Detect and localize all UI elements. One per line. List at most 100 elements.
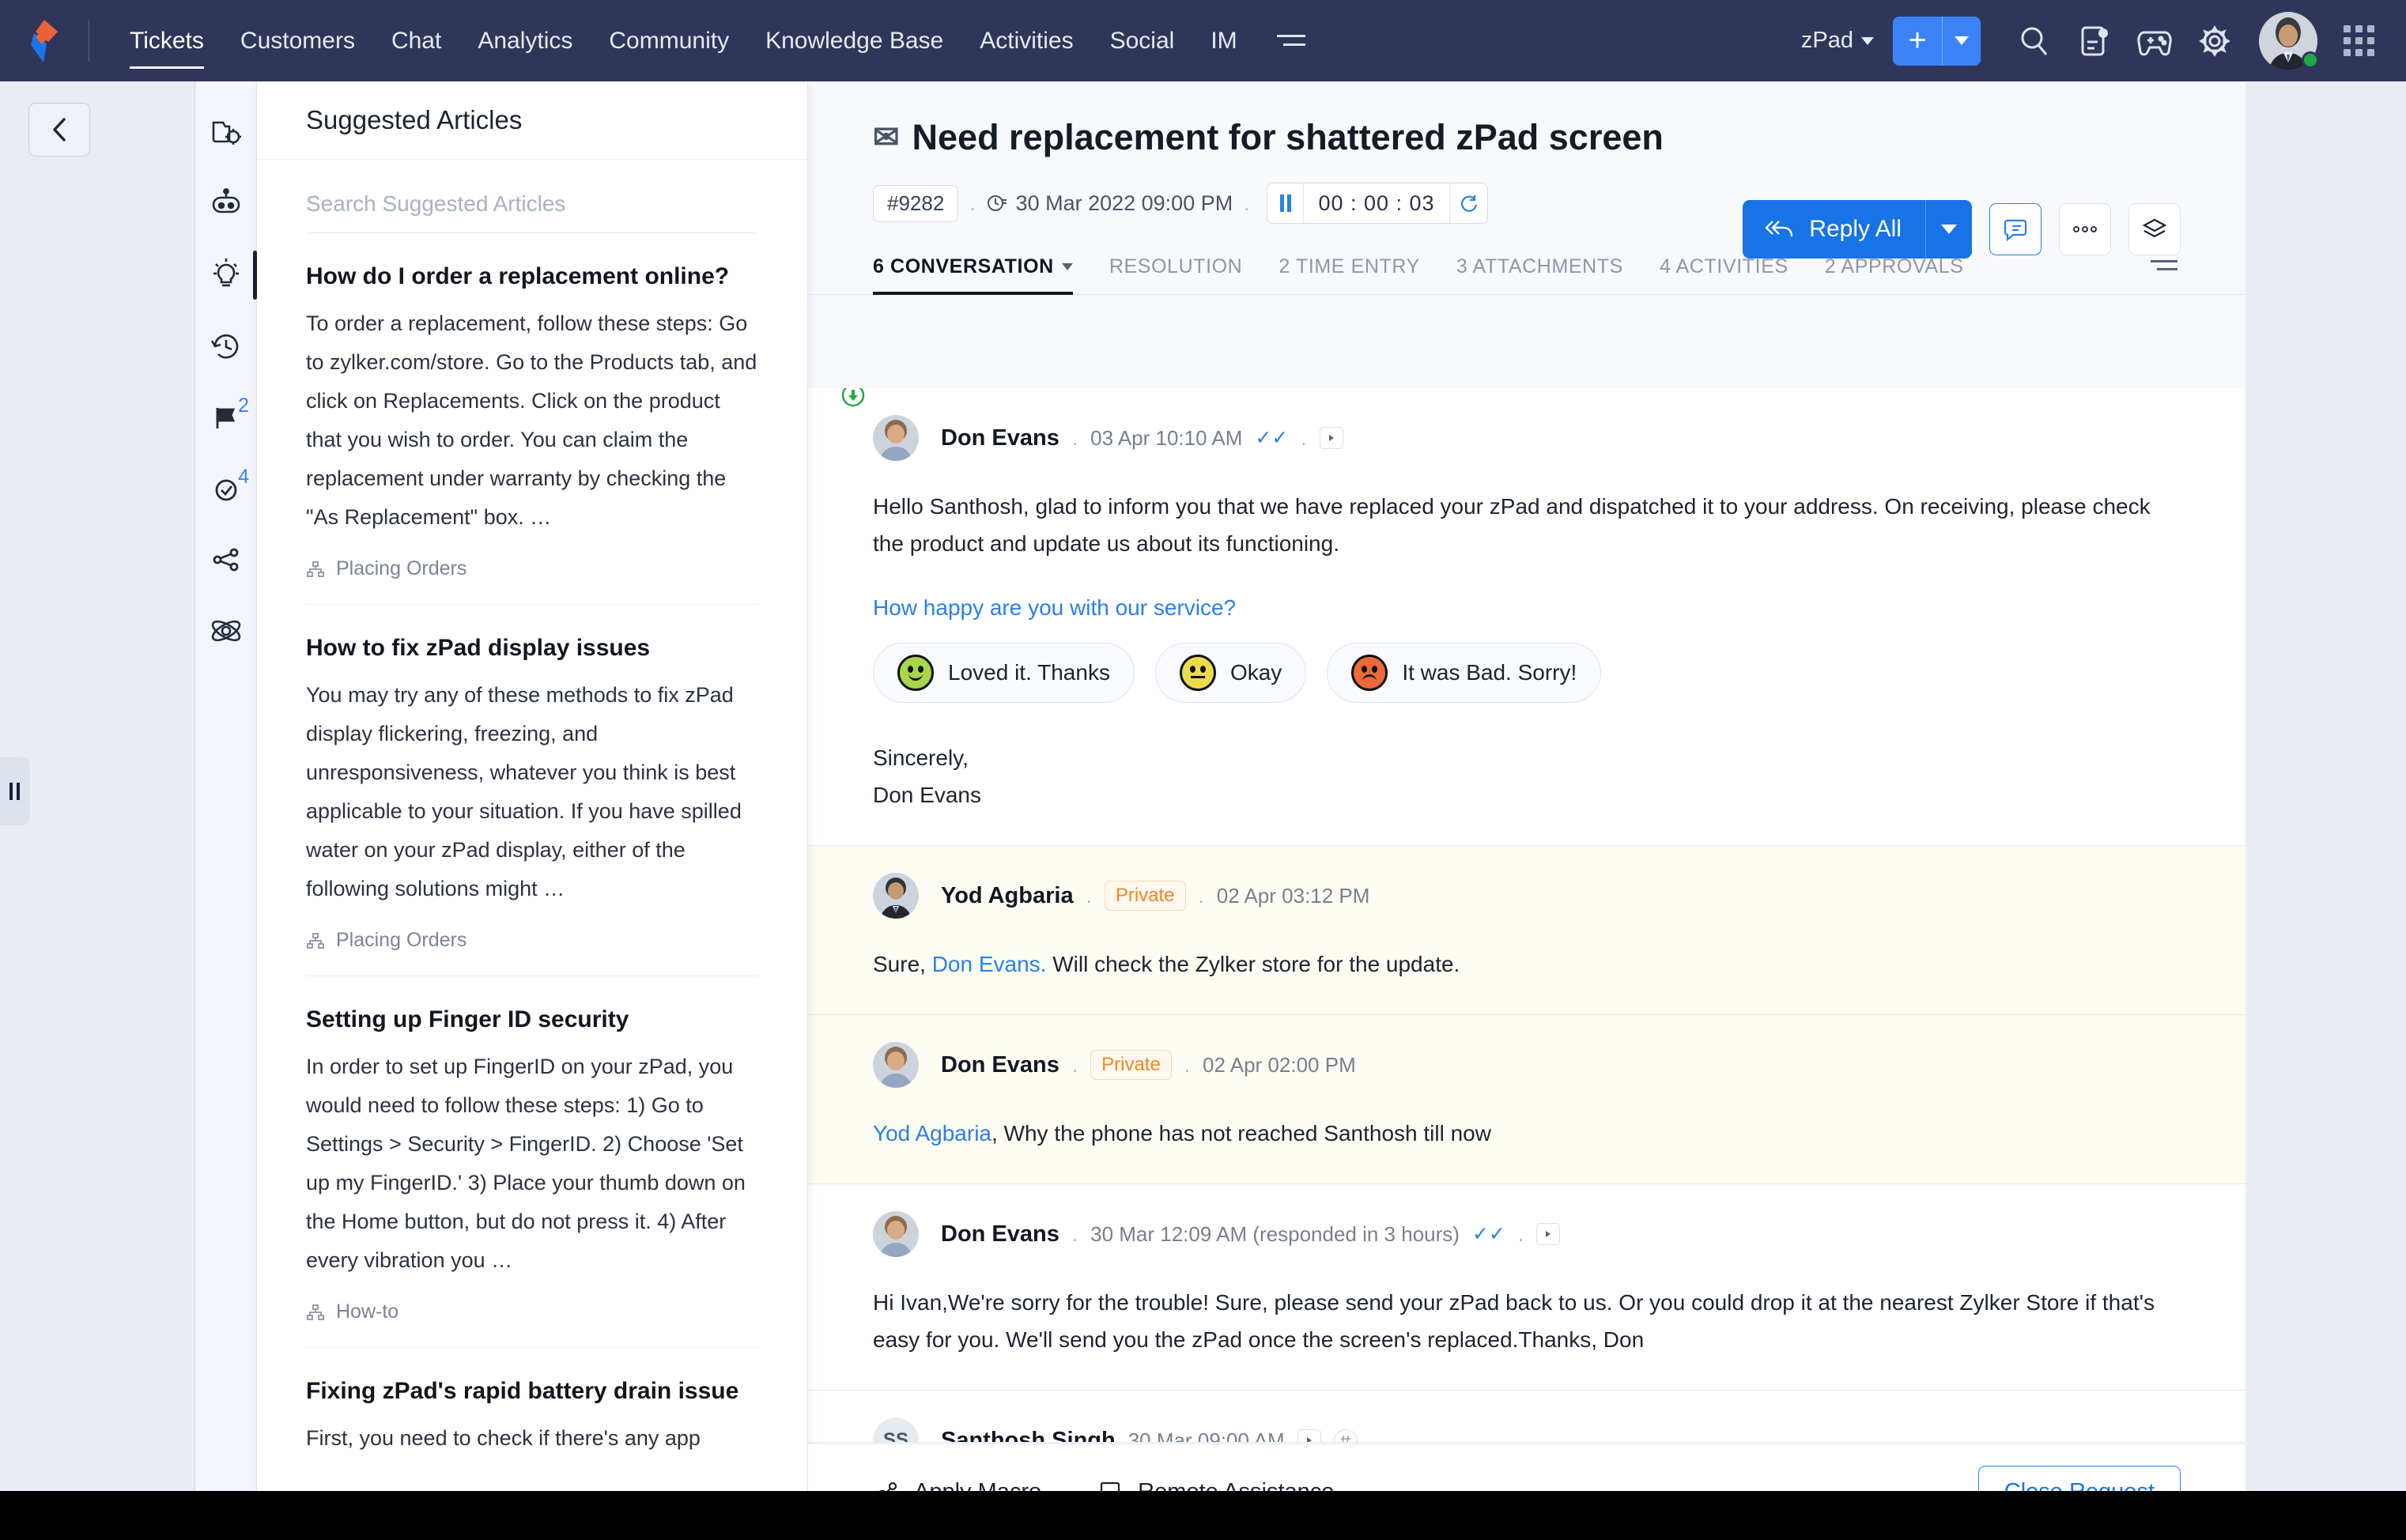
tab-label: RESOLUTION (1109, 255, 1243, 278)
article-category: How-to (306, 1300, 758, 1323)
nav-item-analytics[interactable]: Analytics (459, 0, 591, 81)
rail-item-flag[interactable]: 2 (195, 382, 257, 453)
nav-item-customers[interactable]: Customers (222, 0, 373, 81)
message-time: 02 Apr 02:00 PM (1203, 1053, 1356, 1078)
rail-item-suggested-articles[interactable] (195, 240, 257, 311)
page-title: ✉ Need replacement for shattered zPad sc… (873, 110, 1664, 165)
avatar[interactable] (2259, 12, 2317, 70)
article-item[interactable]: Setting up Finger ID security In order t… (306, 976, 758, 1348)
department-selector[interactable]: zPad (1801, 28, 1874, 54)
tab-approvals[interactable]: 2 APPROVALS (1825, 244, 1964, 294)
article-item[interactable]: How to fix zPad display issues You may t… (306, 605, 758, 976)
conversation-message: Don Evans . 30 Mar 12:09 AM (responded i… (808, 1184, 2245, 1391)
nav-item-community[interactable]: Community (591, 0, 747, 81)
article-title: How to fix zPad display issues (306, 635, 758, 662)
rail-item-marketplace[interactable] (195, 595, 257, 666)
rating-label: Loved it. Thanks (948, 660, 1110, 685)
add-dropdown-icon[interactable] (1943, 17, 1981, 66)
article-item[interactable]: How do I order a replacement online? To … (306, 233, 758, 605)
avatar (873, 415, 919, 461)
nav-item-im[interactable]: IM (1192, 0, 1255, 81)
chevron-left-icon (51, 116, 68, 143)
gamification-icon[interactable] (2125, 11, 2185, 71)
neutral-face-icon (1180, 655, 1216, 691)
article-excerpt: To order a replacement, follow these ste… (306, 304, 758, 537)
rating-option-okay[interactable]: Okay (1155, 643, 1306, 703)
rail-item-ticket-properties[interactable] (195, 97, 257, 168)
expand-message-icon[interactable] (1536, 1223, 1560, 1245)
top-navigation-bar: Tickets Customers Chat Analytics Communi… (0, 0, 2406, 81)
gear-icon[interactable] (2185, 11, 2245, 71)
more-actions-button[interactable] (2059, 203, 2111, 255)
tab-time-entry[interactable]: 2 TIME ENTRY (1279, 244, 1420, 294)
article-item[interactable]: Fixing zPad's rapid battery drain issue … (306, 1348, 758, 1481)
marketplace-icon (208, 613, 244, 648)
nav-item-activities[interactable]: Activities (961, 0, 1091, 81)
category-label: How-to (336, 1300, 398, 1323)
private-badge: Private (1105, 881, 1186, 911)
ellipsis-icon (2072, 225, 2098, 234)
message-time: 02 Apr 03:12 PM (1217, 884, 1370, 908)
message-header: Don Evans . Private . 02 Apr 02:00 PM (873, 1042, 2181, 1088)
nav-item-knowledge-base[interactable]: Knowledge Base (747, 0, 961, 81)
ticket-detail-panel: ✉ Need replacement for shattered zPad sc… (808, 81, 2245, 1540)
message-time: 30 Mar 12:09 AM (responded in 3 hours) (1090, 1222, 1460, 1247)
back-button[interactable] (28, 103, 90, 157)
message-signoff: Sincerely, Don Evans (873, 739, 2181, 813)
mention-link[interactable]: Don Evans. (932, 952, 1047, 976)
timer-reset-button[interactable] (1449, 183, 1487, 223)
chevron-down-icon (1062, 263, 1073, 270)
search-icon[interactable] (2004, 11, 2064, 71)
plus-icon: + (1893, 17, 1942, 66)
tab-activities[interactable]: 4 ACTIVITIES (1660, 244, 1788, 294)
nav-item-chat[interactable]: Chat (373, 0, 459, 81)
meta-separator: . (1072, 1053, 1078, 1078)
thread-count-icon[interactable] (1334, 1429, 1358, 1443)
panel-title: Suggested Articles (306, 105, 522, 135)
ticket-id: #9282 (873, 185, 958, 222)
app-logo[interactable] (0, 0, 89, 81)
helpdesk-app: Tickets Customers Chat Analytics Communi… (0, 0, 2406, 1540)
tab-attachments[interactable]: 3 ATTACHMENTS (1456, 244, 1623, 294)
rating-option-good[interactable]: Loved it. Thanks (873, 643, 1135, 703)
chevron-down-icon (1861, 37, 1874, 45)
rating-option-bad[interactable]: It was Bad. Sorry! (1327, 643, 1601, 703)
add-new-button[interactable]: + (1893, 17, 1981, 66)
rail-item-tasks[interactable]: 4 (195, 453, 257, 524)
nav-item-social[interactable]: Social (1092, 0, 1193, 81)
nav-label: Tickets (130, 28, 204, 55)
private-badge: Private (1090, 1050, 1172, 1080)
search-input[interactable] (306, 185, 758, 233)
mention-link[interactable]: Yod Agbaria (873, 1121, 991, 1146)
rating-label: Okay (1230, 660, 1282, 685)
online-status-dot (2302, 51, 2319, 69)
sidebar-collapse-handle[interactable] (0, 757, 30, 825)
tab-label: 2 TIME ENTRY (1279, 255, 1420, 278)
apps-grid-icon[interactable] (2329, 11, 2389, 71)
ticket-tools-rail: 2 4 (195, 81, 257, 1540)
layers-button[interactable] (2128, 203, 2181, 255)
nav-item-tickets[interactable]: Tickets (111, 0, 222, 81)
suggested-articles-icon (208, 257, 244, 293)
add-comment-button[interactable] (1989, 203, 2042, 255)
department-label: zPad (1801, 28, 1853, 54)
nav-more-icon[interactable] (1273, 0, 1309, 81)
rating-label: It was Bad. Sorry! (1402, 660, 1577, 685)
article-title: How do I order a replacement online? (306, 263, 758, 290)
timer-pause-button[interactable] (1267, 183, 1304, 223)
tab-resolution[interactable]: RESOLUTION (1109, 244, 1243, 294)
rail-item-zia-bot[interactable] (195, 168, 257, 240)
rating-question[interactable]: How happy are you with our service? (873, 595, 2181, 621)
rail-item-share[interactable] (195, 524, 257, 595)
tab-conversation[interactable]: 6 CONVERSATION (873, 244, 1073, 294)
tabs-more-icon[interactable] (2149, 257, 2181, 294)
meta-separator: . (1184, 1053, 1190, 1078)
conversation-list[interactable]: Don Evans . 03 Apr 10:10 AM ✓✓ . Hello S… (808, 388, 2245, 1444)
rail-item-history[interactable] (195, 311, 257, 382)
notes-icon[interactable] (2064, 11, 2125, 71)
nav-label: Community (609, 28, 729, 55)
category-label: Placing Orders (336, 929, 466, 952)
message-author: Don Evans (941, 1221, 1059, 1247)
expand-message-icon[interactable] (1297, 1429, 1321, 1443)
expand-message-icon[interactable] (1320, 427, 1343, 449)
